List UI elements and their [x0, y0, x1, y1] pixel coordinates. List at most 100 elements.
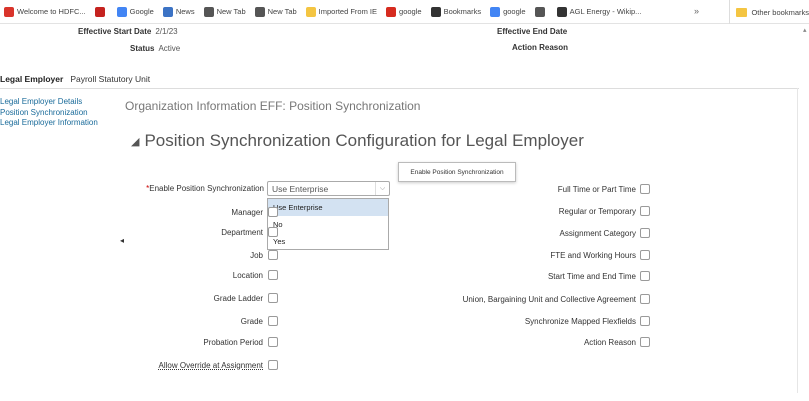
checkbox[interactable]: [268, 227, 278, 237]
dropdown-option[interactable]: No: [268, 216, 388, 233]
enable-sync-label-row: * Enable Position Synchronization: [134, 184, 264, 193]
right-field-row: Full Time or Part Time: [400, 184, 650, 194]
checkbox[interactable]: [268, 316, 278, 326]
bookmark-label: News: [175, 7, 195, 16]
checkbox[interactable]: [268, 250, 278, 260]
checkbox[interactable]: [640, 316, 650, 326]
field-label: Regular or Temporary: [558, 206, 636, 216]
section-header[interactable]: ◢ Position Synchronization Configuration…: [131, 131, 584, 151]
field-label: Job: [250, 250, 263, 260]
field-label: Allow Override at Assignment: [158, 360, 264, 370]
field-label: FTE and Working Hours: [550, 250, 636, 260]
bookmark-label: AGL Energy - Wikip...: [569, 7, 642, 16]
section-title: Position Synchronization Configuration f…: [144, 131, 584, 150]
enable-sync-label: Enable Position Synchronization: [149, 184, 264, 193]
field-label: Probation Period: [203, 337, 263, 347]
bookmarks-bar: Welcome to HDFC... Google News New Tab New T…: [0, 0, 809, 24]
checkbox[interactable]: [268, 270, 278, 280]
bookmark-label: Imported From IE: [318, 7, 378, 16]
field-label: Full Time or Part Time: [557, 184, 636, 194]
bookmark-label: New Tab: [267, 7, 297, 16]
effective-start-date-value: 2/1/23: [155, 27, 178, 36]
tab-legal-employer[interactable]: Legal Employer: [0, 74, 63, 88]
left-field-row: Job: [120, 250, 278, 260]
gmail-icon: [94, 6, 105, 17]
bookmark-label: google: [399, 7, 422, 16]
bookmark-item[interactable]: [94, 6, 108, 17]
nav-link-legal-employer-information[interactable]: Legal Employer Information: [0, 118, 118, 129]
google-icon: [116, 6, 127, 17]
right-field-row: Union, Bargaining Unit and Collective Ag…: [400, 294, 650, 304]
checkbox[interactable]: [268, 360, 278, 370]
bookmark-label: Bookmarks: [443, 7, 482, 16]
dropdown-option[interactable]: Use Enterprise: [268, 199, 388, 216]
page-title: Organization Information EFF: Position S…: [125, 99, 421, 113]
checkbox[interactable]: [640, 250, 650, 260]
bookmark-item[interactable]: Imported From IE: [305, 6, 378, 17]
field-label: Union, Bargaining Unit and Collective Ag…: [462, 294, 636, 304]
checkbox[interactable]: [640, 271, 650, 281]
checkbox[interactable]: [268, 337, 278, 347]
wikipedia-icon: [556, 6, 567, 17]
opera-icon: [386, 6, 397, 17]
checkbox[interactable]: [640, 184, 650, 194]
folder-icon: [736, 7, 748, 17]
bookmark-item[interactable]: Bookmarks: [430, 6, 482, 17]
checkbox[interactable]: [640, 228, 650, 238]
left-field-row: Grade Ladder: [120, 293, 278, 303]
bookmark-item[interactable]: Welcome to HDFC...: [4, 6, 86, 17]
effective-end-date: Effective End Date: [497, 27, 567, 36]
bookmark-item[interactable]: Google: [116, 6, 154, 17]
nav-link-legal-employer-details[interactable]: Legal Employer Details: [0, 97, 118, 108]
nav-link-position-synchronization[interactable]: Position Synchronization: [0, 108, 118, 119]
left-field-row: Location: [120, 270, 278, 280]
globe-icon: [203, 6, 214, 17]
bookmark-item[interactable]: google: [490, 6, 526, 17]
field-label: Location: [232, 270, 263, 280]
bookmark-label: google: [503, 7, 526, 16]
field-label: Action Reason: [583, 337, 636, 347]
checkbox[interactable]: [640, 337, 650, 347]
bookmark-item[interactable]: AGL Energy - Wikip...: [556, 6, 642, 17]
chevron-down-icon[interactable]: ⌵: [375, 182, 389, 195]
tab-payroll-statutory-unit[interactable]: Payroll Statutory Unit: [70, 74, 150, 88]
checkbox[interactable]: [640, 294, 650, 304]
left-field-row: Allow Override at Assignment: [120, 360, 278, 370]
other-bookmarks-folder[interactable]: Other bookmarks: [729, 0, 809, 24]
tooltip: Enable Position Synchronization: [398, 162, 516, 182]
checkbox[interactable]: [268, 293, 278, 303]
dropdown-option[interactable]: Yes: [268, 233, 388, 250]
right-field-row: Assignment Category: [400, 228, 650, 238]
field-label: Grade: [240, 316, 263, 326]
bookmark-label: New Tab: [216, 7, 246, 16]
expand-triangle-icon[interactable]: ◢: [131, 135, 139, 148]
enable-sync-value: Use Enterprise: [272, 183, 329, 194]
google-icon: [490, 6, 501, 17]
star-icon: [430, 6, 441, 17]
effective-start-date-label: Effective Start Date: [78, 27, 152, 36]
bookmark-item[interactable]: [534, 6, 548, 17]
scroll-up-arrow-icon[interactable]: ▴: [803, 26, 809, 36]
left-field-row: Grade: [120, 316, 278, 326]
checkbox[interactable]: [640, 206, 650, 216]
globe-icon: [534, 6, 545, 17]
field-label: Assignment Category: [559, 228, 636, 238]
enable-sync-dropdown-list: Use Enterprise No Yes: [267, 198, 389, 250]
status-value: Active: [158, 44, 181, 53]
more-bookmarks-button[interactable]: »: [694, 6, 699, 16]
field-label: Grade Ladder: [213, 293, 263, 303]
action-reason-header: Action Reason: [512, 43, 568, 52]
enable-sync-select[interactable]: Use Enterprise ⌵: [267, 181, 390, 196]
action-reason-header-label: Action Reason: [512, 43, 569, 52]
globe-icon: [254, 6, 265, 17]
bookmark-item[interactable]: New Tab: [203, 6, 246, 17]
bookmark-label: Welcome to HDFC...: [17, 7, 86, 16]
bookmark-item[interactable]: New Tab: [254, 6, 297, 17]
right-field-row: Start Time and End Time: [400, 271, 650, 281]
collapse-pane-icon[interactable]: ◂: [120, 236, 124, 245]
field-label: Manager: [231, 207, 263, 217]
checkbox[interactable]: [268, 207, 278, 217]
right-field-row: Synchronize Mapped Flexfields: [400, 316, 650, 326]
bookmark-item[interactable]: google: [386, 6, 422, 17]
bookmark-item[interactable]: News: [162, 6, 195, 17]
